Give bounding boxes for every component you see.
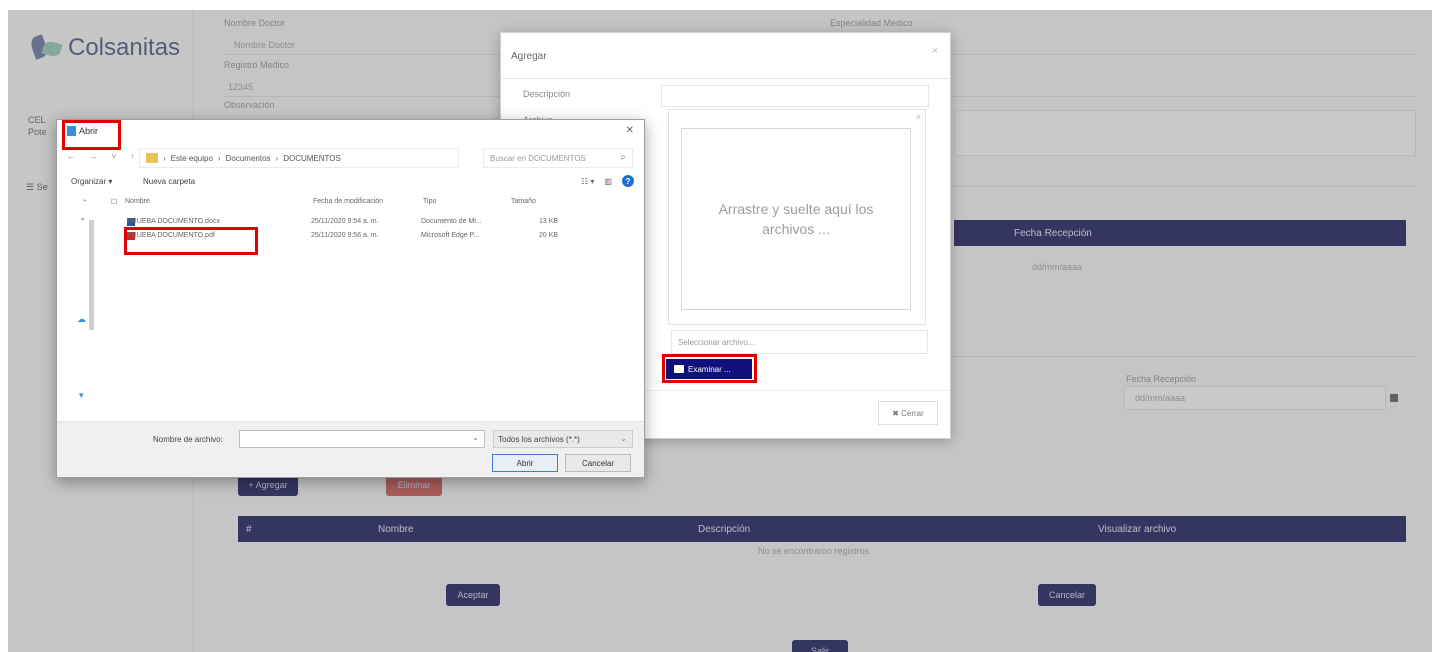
nav-pane-scrollbar[interactable] (89, 220, 94, 330)
breadcrumb-this-pc[interactable]: Este equipo (171, 154, 213, 163)
command-bar: Organizar ▾ Nueva carpeta ☷ ▾ ▥ ? (57, 172, 644, 192)
file-drop-zone[interactable]: × Arrastre y suelte aquí los archivos ..… (668, 109, 926, 325)
dialog-titlebar[interactable]: Abrir ✕ (57, 120, 644, 150)
chevron-down-icon[interactable]: ⌄ (472, 433, 479, 442)
filename-label: Nombre de archivo: (153, 435, 223, 444)
nav-item[interactable]: ▪ (81, 214, 84, 224)
file-list-header: ☐ Nombre Fecha de modificación Tipo Tama… (107, 198, 637, 210)
address-row: ← → ˅ ↑ › Este equipo › Documentos › DOC… (57, 148, 644, 170)
pdf-annotation-box (124, 227, 258, 255)
view-mode-icon[interactable]: ☷ ▾ (581, 177, 594, 186)
col-name[interactable]: Nombre (125, 198, 150, 205)
modal-title: Agregar (511, 51, 547, 62)
onedrive-icon[interactable]: ☁ (77, 314, 86, 325)
network-icon[interactable]: ▾ (79, 390, 84, 401)
col-modified[interactable]: Fecha de modificación (313, 198, 383, 205)
preview-pane-icon[interactable]: ▥ (604, 177, 612, 186)
cancel-button[interactable]: Cancelar (565, 454, 631, 472)
breadcrumb[interactable]: › Este equipo › Documentos › DOCUMENTOS (139, 148, 459, 168)
description-label: Descripción (523, 89, 571, 99)
file-type: Microsoft Edge P... (421, 232, 480, 239)
open-file-dialog: Abrir ✕ ← → ˅ ↑ › Este equipo › Document… (56, 119, 645, 478)
file-name-text: PRUEBA DOCUMENTO.docx (127, 218, 220, 225)
file-date: 25/11/2020 9:56 a. m. (311, 232, 379, 239)
modal-close-icon[interactable]: × (932, 45, 938, 57)
chevron-down-icon: ⌄ (620, 434, 627, 443)
filename-input[interactable]: ⌄ (239, 430, 485, 448)
dialog-close-icon[interactable]: ✕ (626, 125, 634, 136)
drop-zone-text: Arrastre y suelte aquí los archivos ... (681, 128, 911, 310)
drop-zone-close-icon[interactable]: × (916, 112, 921, 122)
search-icon: ⌕ (620, 152, 626, 163)
new-folder-button[interactable]: Nueva carpeta (143, 177, 195, 186)
view-controls: ☷ ▾ ▥ ? (581, 175, 634, 187)
description-input[interactable] (661, 85, 929, 107)
file-size: 13 KB (539, 218, 559, 225)
search-input[interactable]: Buscar en DOCUMENTOS ⌕ (483, 148, 633, 168)
folder-icon (146, 153, 158, 163)
col-size[interactable]: Tamaño (511, 198, 536, 205)
breadcrumb-documents[interactable]: Documentos (226, 154, 271, 163)
select-all-checkbox[interactable]: ☐ (111, 198, 117, 206)
dialog-footer: Nombre de archivo: ⌄ Todos los archivos … (57, 421, 644, 477)
navigation-pane: ⌃ ▪ ☁ ▾ (67, 194, 101, 422)
file-type: Documento de Mi... (421, 218, 482, 225)
filter-value: Todos los archivos (*.*) (498, 434, 580, 444)
organize-menu[interactable]: Organizar ▾ (71, 177, 112, 186)
browse-annotation-box (662, 354, 757, 383)
file-date: 25/11/2020 9:54 a. m. (311, 218, 379, 225)
modal-divider (501, 78, 950, 79)
file-type-filter[interactable]: Todos los archivos (*.*) ⌄ (493, 430, 633, 448)
open-button[interactable]: Abrir (492, 454, 558, 472)
title-annotation-box (62, 120, 121, 150)
expand-icon[interactable]: ⌃ (81, 198, 89, 209)
breadcrumb-documentos-folder[interactable]: DOCUMENTOS (283, 154, 341, 163)
search-placeholder: Buscar en DOCUMENTOS (490, 153, 586, 163)
col-type[interactable]: Tipo (423, 198, 436, 205)
help-icon[interactable]: ? (622, 175, 634, 187)
cerrar-button[interactable]: ✖ Cerrar (878, 401, 938, 425)
file-size: 20 KB (539, 232, 559, 239)
file-caption-input[interactable]: Seleccionar archivo... (671, 330, 928, 354)
navigation-arrows[interactable]: ← → ˅ ↑ (67, 152, 140, 161)
